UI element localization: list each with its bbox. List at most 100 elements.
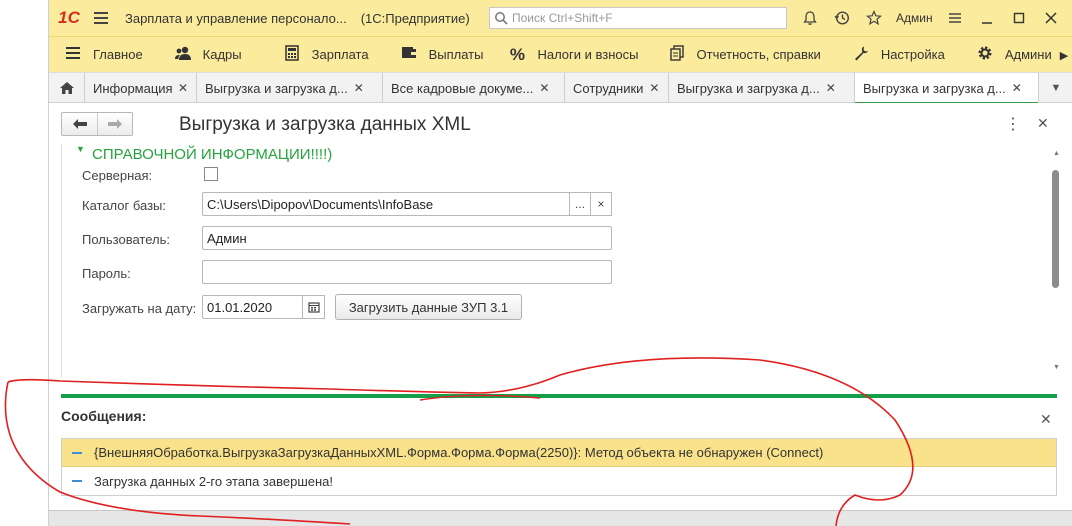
close-form-icon[interactable]: ✕ (1037, 115, 1049, 132)
title-bar: 1С Зарплата и управление персонало... (1… (49, 0, 1072, 36)
tab-label: Выгрузка и загрузка д... (677, 80, 820, 96)
tab-label: Выгрузка и загрузка д... (863, 80, 1006, 96)
app-title: Зарплата и управление персонало... (125, 10, 347, 26)
maximize-icon[interactable] (1003, 0, 1035, 36)
tab-xml-exchange-1[interactable]: Выгрузка и загрузка д... ✕ (197, 73, 383, 103)
menu-item-label: Налоги и взносы (537, 47, 639, 62)
menu-item-label: Кадры (202, 47, 242, 62)
back-arrow-icon[interactable] (62, 113, 97, 135)
home-tab[interactable] (49, 73, 85, 103)
messages-list: {ВнешняяОбработка.ВыгрузкаЗагрузкаДанных… (61, 438, 1057, 496)
star-icon[interactable] (858, 0, 890, 36)
home-icon (59, 82, 74, 94)
search-placeholder: Поиск Ctrl+Shift+F (512, 11, 613, 25)
messages-splitter[interactable] (61, 394, 1057, 398)
tab-xml-exchange-active[interactable]: Выгрузка и загрузка д... ✕ (855, 73, 1039, 103)
menu-item-admin[interactable]: Админи (957, 37, 1064, 73)
tab-label: Выгрузка и загрузка д... (205, 80, 348, 96)
search-input[interactable]: Поиск Ctrl+Shift+F (489, 7, 787, 29)
wallet-icon (399, 46, 419, 64)
close-window-icon[interactable] (1035, 0, 1067, 36)
scroll-down-icon[interactable]: ▼ (1053, 364, 1060, 371)
tabs-dropdown-icon[interactable]: ▼ (1039, 73, 1072, 103)
group-collapse-icon[interactable]: ▼ (76, 144, 85, 154)
user-label: Пользователь: (82, 232, 170, 247)
message-item[interactable]: {ВнешняяОбработка.ВыгрузкаЗагрузкаДанных… (62, 439, 1056, 467)
date-label: Загружать на дату: (82, 301, 197, 316)
calculator-icon (282, 44, 302, 65)
background-window (0, 0, 48, 526)
date-value: 01.01.2020 (207, 299, 273, 315)
menu-item-label: Зарплата (311, 47, 369, 62)
forward-arrow-icon[interactable] (97, 113, 132, 135)
message-marker-icon (72, 451, 82, 454)
close-messages-icon[interactable]: ✕ (1040, 411, 1052, 428)
app-subtitle: (1С:Предприятие) (360, 10, 470, 26)
close-icon[interactable]: ✕ (354, 81, 364, 95)
server-checkbox[interactable] (204, 167, 218, 181)
close-icon[interactable]: ✕ (826, 81, 836, 95)
menu-item-payments[interactable]: Выплаты (381, 37, 496, 73)
wrench-icon (851, 45, 871, 65)
bell-icon[interactable] (794, 0, 826, 36)
menu-item-staff[interactable]: Кадры (155, 37, 254, 73)
tab-bar: Информация ✕ Выгрузка и загрузка д... ✕ … (49, 72, 1072, 103)
history-icon[interactable] (826, 0, 858, 36)
password-field[interactable] (202, 260, 612, 284)
tab-label: Все кадровые докуме... (391, 80, 534, 96)
message-text: Загрузка данных 2-го этапа завершена! (94, 473, 334, 489)
calendar-icon[interactable] (302, 295, 325, 319)
menu-item-label: Главное (93, 47, 143, 62)
tab-information[interactable]: Информация ✕ (85, 73, 197, 103)
menu-item-taxes[interactable]: % Налоги и взносы (495, 37, 650, 73)
tab-xml-exchange-2[interactable]: Выгрузка и загрузка д... ✕ (669, 73, 855, 103)
main-menu-button[interactable] (89, 0, 113, 36)
user-value: Админ (207, 230, 247, 246)
menu-scroll-right-icon[interactable]: ▶ (1055, 37, 1072, 73)
navigation-buttons (61, 112, 133, 136)
tab-hr-documents[interactable]: Все кадровые докуме... ✕ (383, 73, 565, 103)
menu-item-main[interactable]: Главное (49, 37, 155, 73)
menu-item-label: Отчетность, справки (696, 47, 821, 62)
tab-label: Сотрудники (573, 80, 644, 96)
menu-item-label: Админи (1004, 47, 1052, 62)
app-window: 1С Зарплата и управление персонало... (1… (48, 0, 1072, 526)
messages-title: Сообщения: (61, 408, 147, 424)
user-name[interactable]: Админ (896, 11, 933, 25)
people-icon (173, 45, 193, 65)
app-logo: 1С (58, 8, 80, 27)
tab-employees[interactable]: Сотрудники ✕ (565, 73, 669, 103)
menu-item-settings[interactable]: Настройка (833, 37, 957, 73)
section-menu-bar: Главное Кадры Зарплата Выплаты % Налоги … (49, 36, 1072, 73)
tab-label: Информация (93, 80, 172, 96)
documents-icon (667, 44, 687, 65)
message-item[interactable]: Загрузка данных 2-го этапа завершена! (62, 467, 1056, 495)
menu-item-salary[interactable]: Зарплата (254, 37, 381, 73)
form-header: Выгрузка и загрузка данных XML ⋮ ✕ (49, 104, 1072, 144)
menu-item-reports[interactable]: Отчетность, справки (651, 37, 833, 73)
close-icon[interactable]: ✕ (539, 81, 549, 95)
form-scrollbar[interactable]: ▲ ▼ (1049, 144, 1063, 378)
minimize-icon[interactable] (971, 0, 1003, 36)
hamburger-icon (63, 46, 83, 64)
catalog-field[interactable]: C:\Users\Dipopov\Documents\InfoBase (202, 192, 570, 216)
page-title: Выгрузка и загрузка данных XML (179, 114, 471, 135)
percent-icon: % (509, 44, 526, 64)
user-field[interactable]: Админ (202, 226, 612, 250)
server-label: Серверная: (82, 168, 153, 183)
close-icon[interactable]: ✕ (1012, 81, 1022, 95)
gear-icon (975, 45, 995, 65)
status-bar (49, 510, 1072, 526)
catalog-select-button[interactable]: ... (569, 192, 591, 216)
close-icon[interactable]: ✕ (178, 81, 188, 95)
scrollbar-thumb[interactable] (1052, 170, 1059, 288)
settings-menu-icon[interactable] (939, 0, 971, 36)
more-actions-icon[interactable]: ⋮ (1005, 114, 1021, 134)
close-icon[interactable]: ✕ (649, 81, 659, 95)
catalog-value: C:\Users\Dipopov\Documents\InfoBase (207, 196, 434, 212)
date-field[interactable]: 01.01.2020 (202, 295, 303, 319)
scroll-up-icon[interactable]: ▲ (1053, 150, 1060, 157)
catalog-clear-button[interactable]: × (590, 192, 612, 216)
menu-item-label: Настройка (880, 47, 945, 62)
load-zup-button[interactable]: Загрузить данные ЗУП 3.1 (335, 294, 522, 320)
